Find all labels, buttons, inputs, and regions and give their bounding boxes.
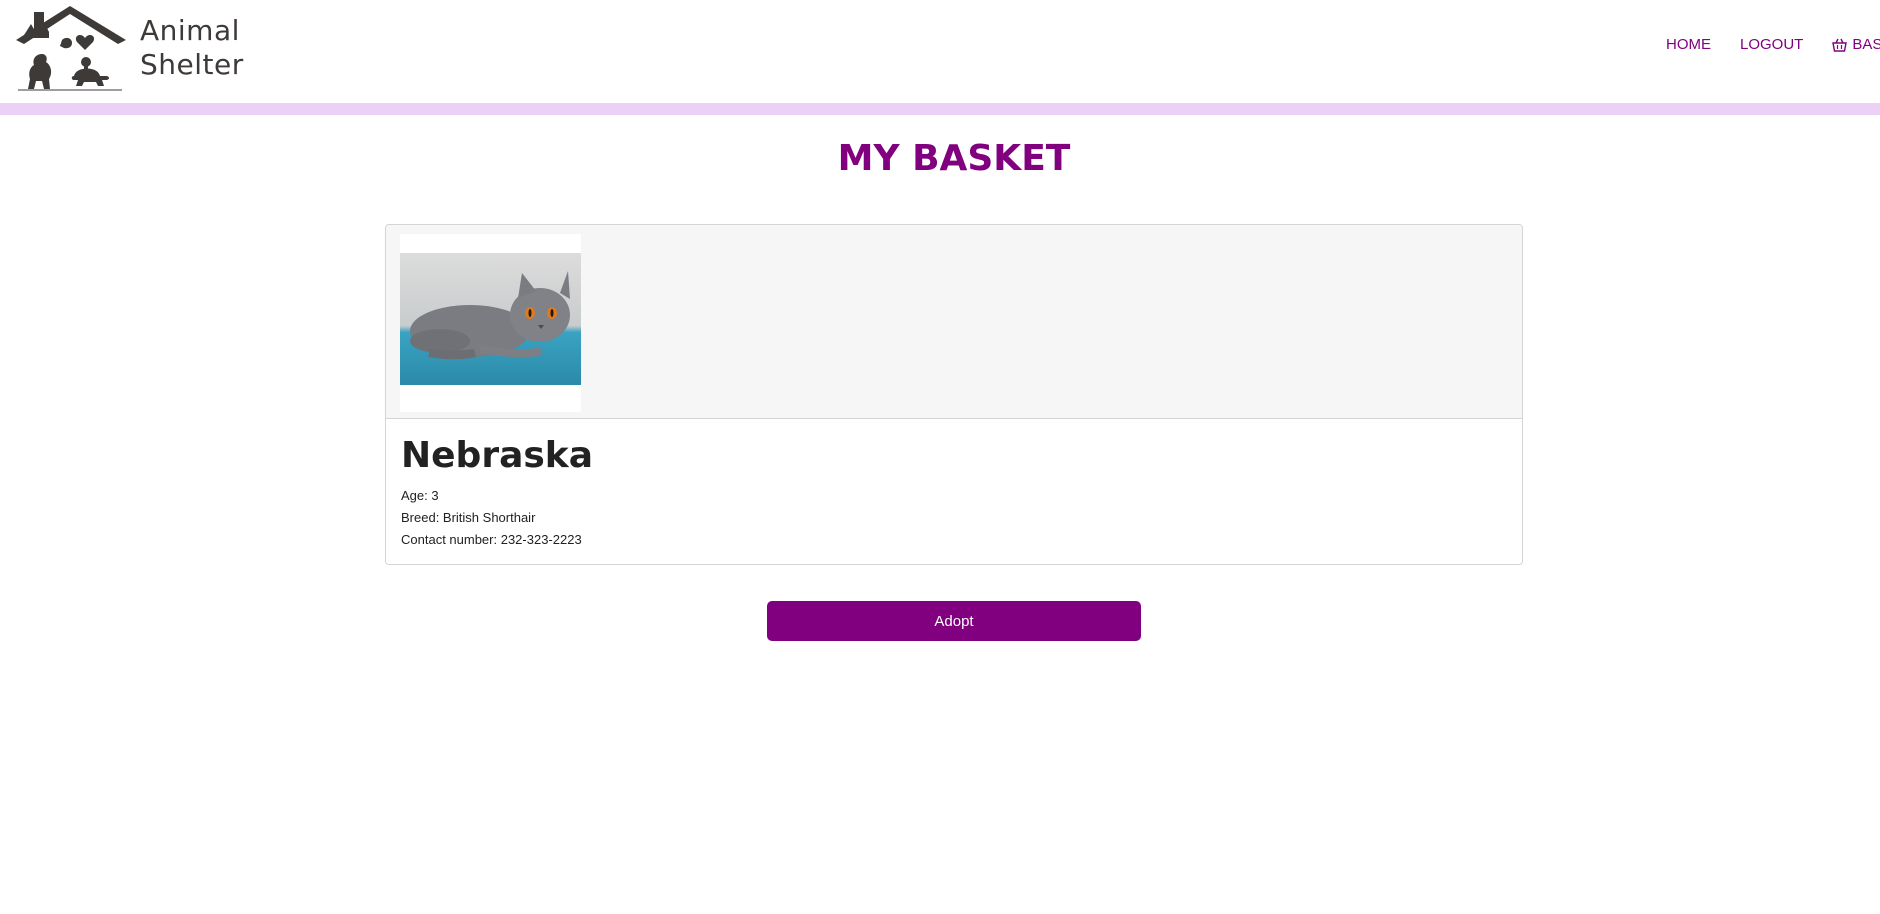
pet-contact-number: Contact number: 232-323-2223 (401, 532, 582, 547)
brand-line-1: Animal (140, 14, 240, 47)
pet-breed: Breed: British Shorthair (401, 510, 536, 525)
cat-photo (400, 253, 581, 385)
main-nav: HOME LOGOUT BASKE (1666, 36, 1880, 53)
pet-name: Nebraska (401, 435, 594, 476)
nav-basket-link[interactable]: BASKE (1832, 36, 1880, 53)
pet-age: Age: 3 (401, 488, 439, 503)
site-header: Animal Shelter HOME LOGOUT BASKE (0, 0, 1880, 103)
nav-home-link[interactable]: HOME (1666, 36, 1711, 53)
house-pets-logo-icon (16, 6, 126, 91)
nav-basket-label: BASKE (1852, 36, 1880, 53)
card-image-area (386, 225, 1522, 419)
nav-logout-link[interactable]: LOGOUT (1740, 36, 1803, 53)
site-logo[interactable]: Animal Shelter (14, 4, 254, 92)
adopt-button[interactable]: Adopt (767, 601, 1141, 641)
brand-name: Animal Shelter (140, 14, 244, 82)
pet-photo (400, 234, 581, 412)
basket-item-card: Nebraska Age: 3 Breed: British Shorthair… (385, 224, 1523, 565)
basket-icon (1832, 38, 1848, 52)
header-divider-bar (0, 103, 1880, 115)
brand-line-2: Shelter (140, 48, 244, 81)
page-title: MY BASKET (837, 138, 1071, 179)
card-body: Nebraska Age: 3 Breed: British Shorthair… (401, 435, 593, 551)
